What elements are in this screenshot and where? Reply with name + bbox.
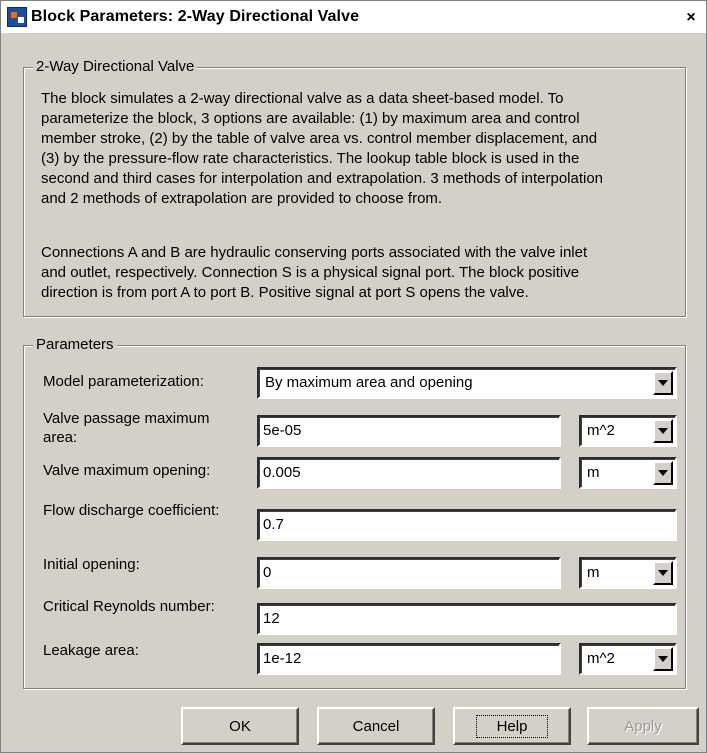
chevron-down-icon[interactable] xyxy=(653,419,673,443)
unit-value: m^2 xyxy=(587,422,615,439)
valve-max-opening-label: Valve maximum opening: xyxy=(43,462,211,479)
description-group: 2-Way Directional Valve The block simula… xyxy=(23,58,686,317)
flow-discharge-coefficient-label: Flow discharge coefficient: xyxy=(43,502,220,519)
model-parameterization-row: Model parameterization: By maximum area … xyxy=(43,367,677,403)
critical-reynolds-row: Critical Reynolds number: 12 xyxy=(43,597,677,639)
valve-passage-max-area-label: Valve passage maximum area: xyxy=(43,409,223,447)
help-button-label: Help xyxy=(475,714,549,738)
unit-value: m^2 xyxy=(587,650,615,667)
valve-passage-max-area-input[interactable]: 5e-05 xyxy=(257,415,561,447)
ok-button-label: OK xyxy=(229,717,251,735)
description-paragraph-1: The block simulates a 2-way directional … xyxy=(41,89,671,209)
block-parameters-dialog: Block Parameters: 2-Way Directional Valv… xyxy=(0,0,707,753)
description-line: member stroke, (2) by the table of valve… xyxy=(41,130,598,147)
critical-reynolds-label: Critical Reynolds number: xyxy=(43,598,215,615)
model-parameterization-value: By maximum area and opening xyxy=(265,374,473,391)
model-parameterization-select[interactable]: By maximum area and opening xyxy=(257,367,677,399)
description-paragraph-2: Connections A and B are hydraulic conser… xyxy=(41,243,671,303)
close-icon[interactable]: × xyxy=(682,9,700,27)
description-line: The block simulates a 2-way directional … xyxy=(41,90,564,107)
initial-opening-input[interactable]: 0 xyxy=(257,557,561,589)
valve-max-opening-row: Valve maximum opening: 0.005 m xyxy=(43,457,677,493)
chevron-down-icon[interactable] xyxy=(653,371,673,395)
initial-opening-unit-select[interactable]: m xyxy=(579,557,677,589)
apply-button[interactable]: Apply xyxy=(587,707,699,745)
description-line: and outlet, respectively. Connection S i… xyxy=(41,264,580,281)
valve-passage-max-area-row: Valve passage maximum area: 5e-05 m^2 xyxy=(43,409,677,453)
initial-opening-label: Initial opening: xyxy=(43,556,140,573)
unit-value: m xyxy=(587,464,600,481)
description-line: Connections A and B are hydraulic conser… xyxy=(41,244,588,261)
description-group-title: 2-Way Directional Valve xyxy=(33,58,198,75)
critical-reynolds-input[interactable]: 12 xyxy=(257,603,677,635)
cancel-button[interactable]: Cancel xyxy=(317,707,435,745)
description-line: and 2 methods of extrapolation are provi… xyxy=(41,190,443,207)
window-title: Block Parameters: 2-Way Directional Valv… xyxy=(31,8,360,25)
leakage-area-row: Leakage area: 1e-12 m^2 xyxy=(43,639,677,675)
parameters-group-title: Parameters xyxy=(33,336,117,353)
apply-button-label: Apply xyxy=(624,717,662,735)
description-line: parameterize the block, 3 options are av… xyxy=(41,110,580,127)
description-line: direction is from port A to port B. Posi… xyxy=(41,284,529,301)
model-parameterization-label: Model parameterization: xyxy=(43,373,204,390)
chevron-down-icon[interactable] xyxy=(653,647,673,671)
valve-passage-max-area-unit-select[interactable]: m^2 xyxy=(579,415,677,447)
label-line: area: xyxy=(43,429,78,446)
leakage-area-unit-select[interactable]: m^2 xyxy=(579,643,677,675)
description-line: second and third cases for interpolation… xyxy=(41,170,604,187)
chevron-down-icon[interactable] xyxy=(653,461,673,485)
unit-value: m xyxy=(587,564,600,581)
title-bar[interactable]: Block Parameters: 2-Way Directional Valv… xyxy=(1,1,706,33)
ok-button[interactable]: OK xyxy=(181,707,299,745)
simulink-block-icon xyxy=(7,7,27,27)
valve-max-opening-input[interactable]: 0.005 xyxy=(257,457,561,489)
initial-opening-row: Initial opening: 0 m xyxy=(43,553,677,589)
leakage-area-label: Leakage area: xyxy=(43,642,139,659)
leakage-area-input[interactable]: 1e-12 xyxy=(257,643,561,675)
parameters-group: Parameters Model parameterization: By ma… xyxy=(23,336,686,689)
flow-discharge-coefficient-row: Flow discharge coefficient: 0.7 xyxy=(43,501,677,543)
cancel-button-label: Cancel xyxy=(352,717,400,735)
label-line: Valve passage maximum xyxy=(43,410,210,427)
help-button[interactable]: Help xyxy=(453,707,571,745)
valve-max-opening-unit-select[interactable]: m xyxy=(579,457,677,489)
chevron-down-icon[interactable] xyxy=(653,561,673,585)
description-line: (3) by the pressure-flow rate characteri… xyxy=(41,150,580,167)
flow-discharge-coefficient-input[interactable]: 0.7 xyxy=(257,509,677,541)
